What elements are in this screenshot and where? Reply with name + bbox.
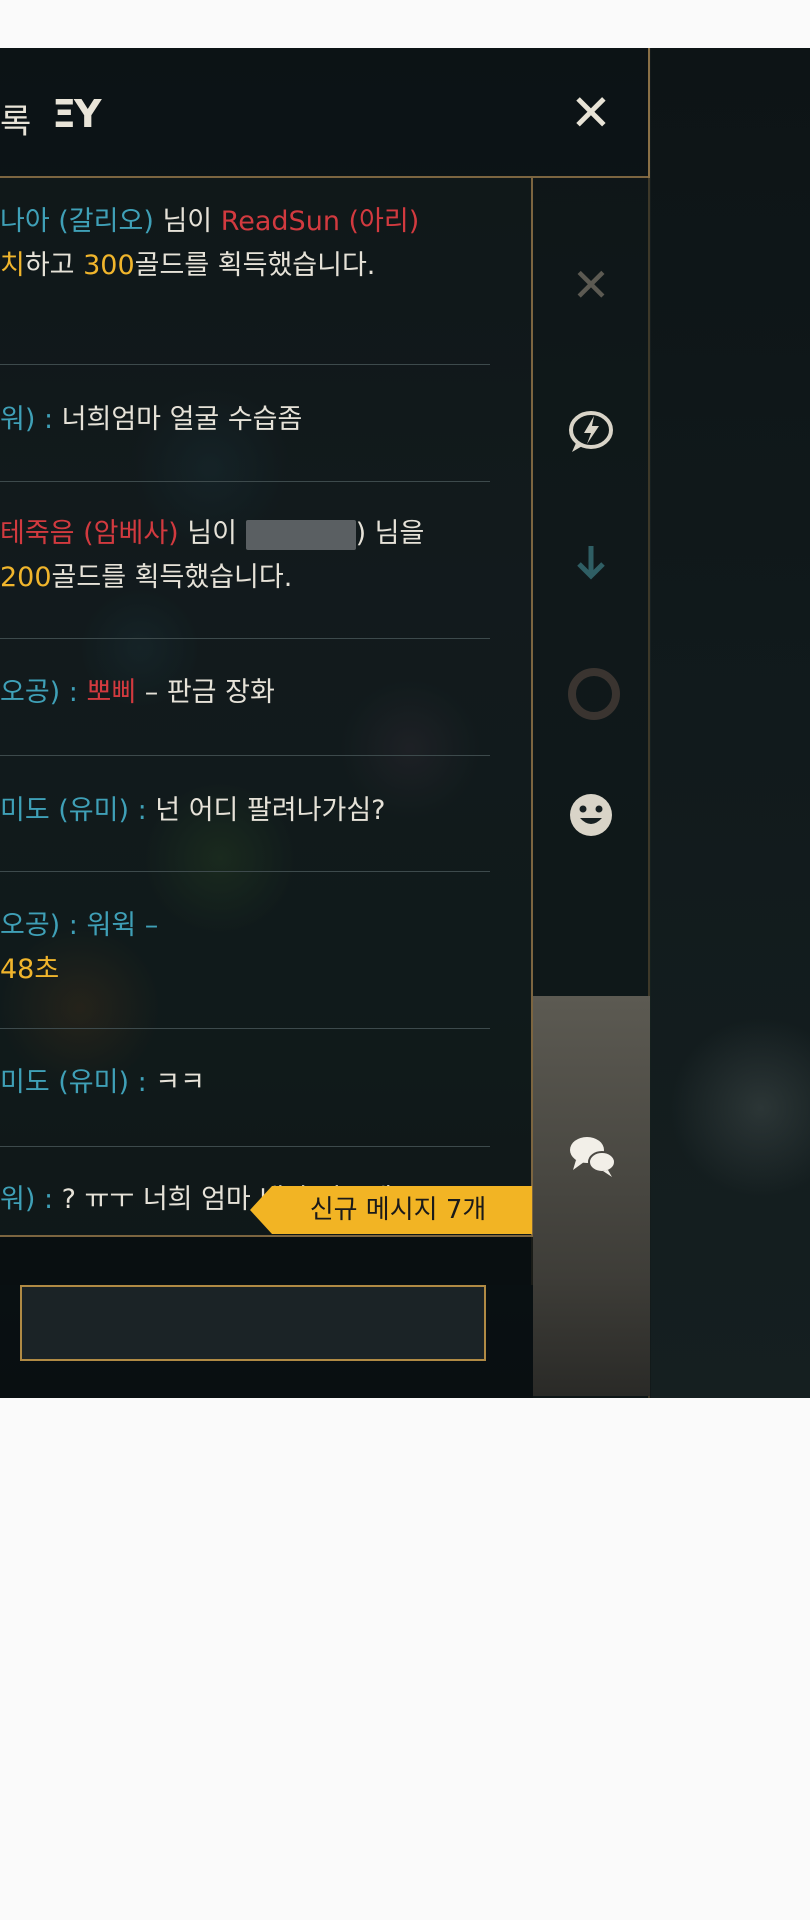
- player-name: 미도 (유미): [0, 795, 130, 826]
- message-line: 미도 (유미) : 넌 어디 팔려나가심?: [0, 789, 490, 833]
- player-name: 오공): [0, 910, 61, 941]
- chat-input-area: [0, 1235, 533, 1398]
- message-divider: [0, 364, 490, 365]
- chat-mode-logo[interactable]: ΞY: [52, 92, 102, 136]
- player-name: 워): [0, 1184, 36, 1215]
- chat-header: 록 ΞY ✕: [0, 48, 648, 178]
- message-text: 골드를 획득했습니다.: [51, 562, 293, 593]
- ring-icon[interactable]: [566, 666, 620, 720]
- player-name: 워): [0, 404, 36, 435]
- message-separator: :: [35, 404, 62, 435]
- chat-message-list[interactable]: 나아 (갈리오) 님이 ReadSun (아리) 치하고 300골드를 획득했습…: [0, 178, 533, 1285]
- message-divider: [0, 1146, 490, 1147]
- message-text: 님이: [153, 206, 221, 237]
- scroll-down-icon[interactable]: [566, 538, 616, 588]
- message-text: 넌 어디 팔려나가심?: [155, 795, 386, 826]
- player-name: 테죽음 (암베사): [0, 518, 179, 549]
- message-line: 미도 (유미) : ㅋㅋ: [0, 1061, 490, 1105]
- lightning-chat-icon[interactable]: [566, 406, 616, 456]
- message-text: ) 님을: [355, 518, 425, 549]
- chat-sidebar-active-area: [533, 996, 650, 1396]
- message-divider: [0, 871, 490, 872]
- message-text: ㅋㅋ: [155, 1067, 205, 1098]
- close-button[interactable]: ✕: [566, 88, 616, 138]
- message-line: 200골드를 획득했습니다.: [0, 556, 490, 600]
- message-line: 테죽음 (암베사) 님이 ) 님을: [0, 512, 490, 556]
- chat-tab-label[interactable]: 록: [0, 94, 31, 143]
- chat-input[interactable]: [20, 1285, 486, 1361]
- message-line: 치하고 300골드를 획득했습니다.: [0, 244, 490, 288]
- message-text: 님이: [178, 518, 246, 549]
- message-divider: [0, 1028, 490, 1029]
- chat-bubbles-icon[interactable]: [566, 1130, 616, 1180]
- chat-message-5: 미도 (유미) : 넌 어디 팔려나가심?: [0, 789, 490, 833]
- chat-message-6: 오공) : 워윅 – 48초: [0, 904, 490, 992]
- chat-panel: 록 ΞY ✕ 나아 (갈리오) 님이 ReadSun (아리) 치하고 300골…: [0, 48, 650, 1398]
- champion-name: 뽀삐: [86, 677, 137, 708]
- player-name: 오공): [0, 677, 61, 708]
- message-divider: [0, 481, 490, 482]
- chat-sidebar: ✕: [533, 178, 650, 1398]
- message-line: 나아 (갈리오) 님이 ReadSun (아리): [0, 200, 490, 244]
- message-separator: :: [129, 1067, 156, 1098]
- message-text: – 판금 장화: [136, 677, 275, 708]
- message-line: 48초: [0, 948, 490, 992]
- message-text: 치: [0, 250, 25, 281]
- emoji-icon[interactable]: [566, 790, 616, 840]
- player-name: ReadSun (아리): [220, 206, 420, 237]
- champion-name: 워윅 –: [86, 910, 159, 941]
- message-line: 워) : 너희엄마 얼굴 수습좀: [0, 398, 490, 442]
- message-separator: :: [129, 795, 156, 826]
- player-name: 미도 (유미): [0, 1067, 130, 1098]
- message-separator: :: [35, 1184, 62, 1215]
- message-separator: :: [60, 677, 87, 708]
- game-background-right: [651, 48, 810, 1398]
- message-line: 오공) : 워윅 –: [0, 904, 490, 948]
- chat-message-2: 워) : 너희엄마 얼굴 수습좀: [0, 398, 490, 442]
- chat-message-7: 미도 (유미) : ㅋㅋ: [0, 1061, 490, 1105]
- new-messages-badge[interactable]: 신규 메시지 7개: [250, 1186, 532, 1234]
- chat-message-3: 테죽음 (암베사) 님이 ) 님을 200골드를 획득했습니다.: [0, 512, 490, 600]
- chat-message-1: 나아 (갈리오) 님이 ReadSun (아리) 치하고 300골드를 획득했습…: [0, 200, 490, 288]
- gold-amount: 200: [0, 562, 52, 593]
- message-text: 하고: [24, 250, 84, 281]
- gold-amount: 300: [83, 250, 135, 281]
- message-divider: [0, 638, 490, 639]
- message-separator: :: [60, 910, 87, 941]
- message-divider: [0, 755, 490, 756]
- message-text: 너희엄마 얼굴 수습좀: [61, 404, 303, 435]
- player-name: 나아 (갈리오): [0, 206, 154, 237]
- timer-text: 48초: [0, 954, 60, 985]
- chat-message-4: 오공) : 뽀삐 – 판금 장화: [0, 671, 490, 715]
- game-chat-screen: 록 ΞY ✕ 나아 (갈리오) 님이 ReadSun (아리) 치하고 300골…: [0, 48, 810, 1398]
- message-text: 골드를 획득했습니다.: [134, 250, 376, 281]
- redacted-name: [245, 519, 356, 550]
- message-line: 오공) : 뽀삐 – 판금 장화: [0, 671, 490, 715]
- close-x-icon[interactable]: ✕: [566, 260, 616, 310]
